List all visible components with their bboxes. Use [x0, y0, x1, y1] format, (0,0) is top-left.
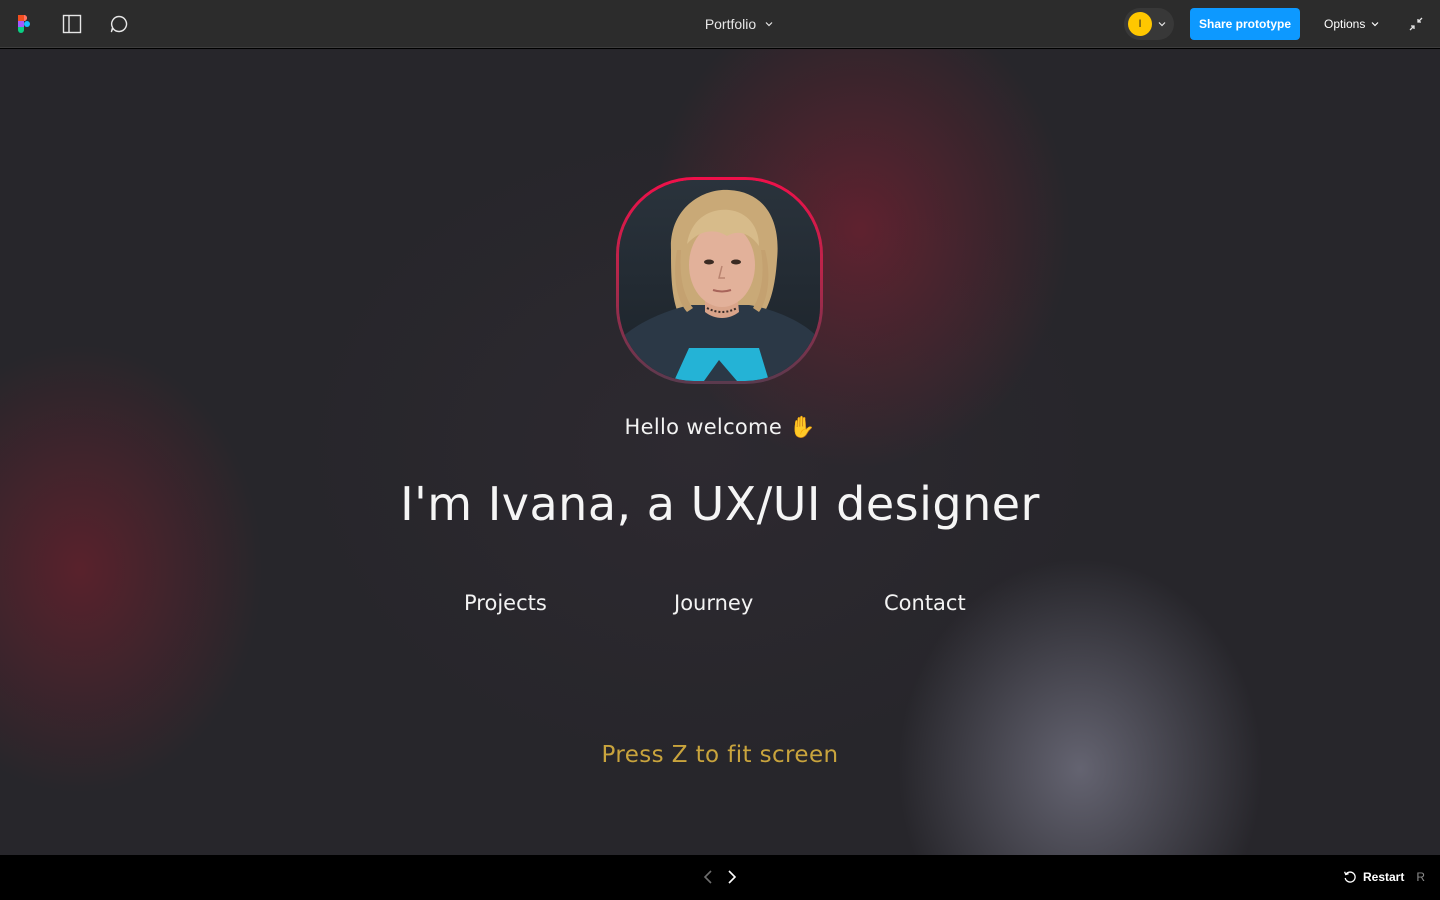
restart-shortcut: R — [1416, 870, 1426, 884]
nav-projects-link[interactable]: Projects — [464, 591, 547, 615]
portrait-ring — [616, 177, 823, 384]
prototype-toolbar: Portfolio I Share prototype Options — [0, 0, 1440, 48]
options-dropdown[interactable]: Options — [1318, 8, 1385, 40]
collapse-arrows-icon[interactable] — [1404, 12, 1428, 36]
fit-screen-hint: Press Z to fit screen — [601, 742, 839, 768]
profile-photo — [619, 180, 820, 381]
restart-icon — [1344, 871, 1356, 883]
file-title: Portfolio — [704, 16, 757, 32]
restart-button[interactable]: Restart R — [1343, 867, 1425, 887]
share-prototype-button[interactable]: Share prototype — [1190, 8, 1300, 40]
file-title-dropdown[interactable]: Portfolio — [659, 16, 781, 32]
restart-label: Restart — [1363, 870, 1405, 884]
figma-logo-icon[interactable] — [12, 12, 36, 36]
previous-frame-arrow-icon[interactable] — [698, 867, 718, 887]
prototype-footer: Restart R — [0, 855, 1440, 900]
comment-icon[interactable] — [107, 12, 131, 36]
prototype-frame: Hello welcome ✋ I'm Ivana, a UX/UI desig… — [0, 49, 1440, 855]
options-label: Options — [1324, 17, 1366, 31]
headline: I'm Ivana, a UX/UI designer — [400, 477, 1040, 531]
multiplayer-avatar-menu[interactable]: I — [1124, 8, 1174, 40]
chevron-down-icon — [1158, 22, 1166, 27]
nav-contact-link[interactable]: Contact — [884, 591, 966, 615]
avatar: I — [1128, 12, 1152, 36]
next-frame-arrow-icon[interactable] — [722, 867, 742, 887]
greeting-text: Hello welcome ✋ — [624, 415, 816, 439]
chevron-down-icon — [1371, 22, 1379, 27]
nav-journey-link[interactable]: Journey — [674, 591, 753, 615]
sidebar-panel-icon[interactable] — [60, 12, 84, 36]
chevron-down-icon — [765, 22, 773, 27]
